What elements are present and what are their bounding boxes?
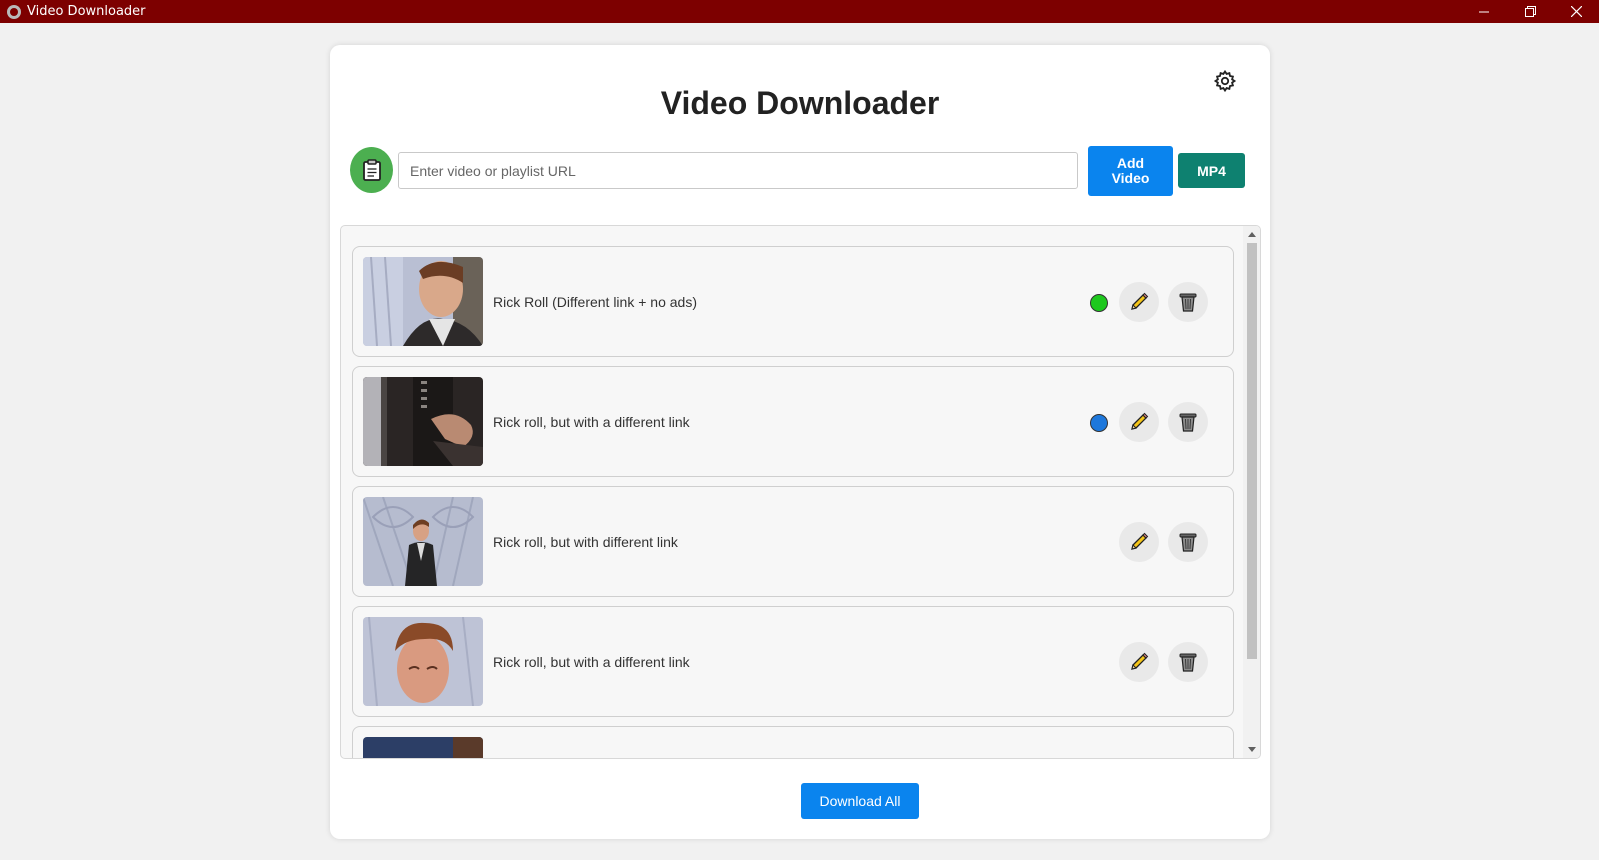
format-select-button[interactable]: MP4 bbox=[1178, 153, 1245, 188]
download-all-button[interactable]: Download All bbox=[801, 783, 919, 819]
arrow-down-icon bbox=[1247, 747, 1256, 752]
edit-button[interactable] bbox=[1119, 522, 1159, 562]
scroll-down-button[interactable] bbox=[1243, 741, 1260, 758]
app-icon bbox=[7, 4, 21, 19]
video-title: Rick Roll (Different link + no ads) bbox=[493, 293, 697, 310]
arrow-up-icon bbox=[1247, 232, 1256, 237]
pencil-icon bbox=[1131, 292, 1149, 310]
minimize-icon bbox=[1479, 11, 1489, 12]
edit-button[interactable] bbox=[1119, 402, 1159, 442]
clipboard-icon bbox=[362, 159, 381, 181]
trash-icon bbox=[1179, 533, 1197, 552]
video-item: Rick roll, but with different link bbox=[352, 486, 1234, 597]
video-thumbnail bbox=[363, 617, 483, 706]
scroll-up-button[interactable] bbox=[1243, 226, 1260, 243]
delete-button[interactable] bbox=[1168, 522, 1208, 562]
delete-button[interactable] bbox=[1168, 402, 1208, 442]
video-title: Rick roll, but with different link bbox=[493, 533, 678, 550]
video-list[interactable]: Rick Roll (Different link + no ads) Rick… bbox=[341, 226, 1243, 758]
url-input-row: Add Video MP4 bbox=[350, 146, 1250, 196]
video-item bbox=[352, 726, 1234, 758]
delete-button[interactable] bbox=[1168, 282, 1208, 322]
video-thumbnail bbox=[363, 497, 483, 586]
trash-icon bbox=[1179, 293, 1197, 312]
status-indicator-blue bbox=[1090, 414, 1108, 432]
pencil-icon bbox=[1131, 532, 1149, 550]
pencil-icon bbox=[1131, 652, 1149, 670]
video-item: Rick roll, but with a different link bbox=[352, 366, 1234, 477]
delete-button[interactable] bbox=[1168, 642, 1208, 682]
video-thumbnail bbox=[363, 737, 483, 758]
edit-button[interactable] bbox=[1119, 642, 1159, 682]
window-title: Video Downloader bbox=[27, 4, 146, 19]
video-item: Rick roll, but with a different link bbox=[352, 606, 1234, 717]
scrollbar-thumb[interactable] bbox=[1247, 243, 1257, 659]
restore-button[interactable] bbox=[1507, 0, 1553, 23]
trash-icon bbox=[1179, 413, 1197, 432]
url-input[interactable] bbox=[398, 152, 1078, 189]
video-item: Rick Roll (Different link + no ads) bbox=[352, 246, 1234, 357]
close-icon bbox=[1570, 6, 1582, 17]
status-indicator-green bbox=[1090, 294, 1108, 312]
pencil-icon bbox=[1131, 412, 1149, 430]
close-button[interactable] bbox=[1553, 0, 1599, 23]
video-title: Rick roll, but with a different link bbox=[493, 413, 690, 430]
edit-button[interactable] bbox=[1119, 282, 1159, 322]
video-title: Rick roll, but with a different link bbox=[493, 653, 690, 670]
title-bar: Video Downloader bbox=[0, 0, 1599, 23]
paste-button[interactable] bbox=[350, 147, 393, 193]
add-video-button[interactable]: Add Video bbox=[1088, 146, 1173, 196]
main-card: Video Downloader Add Video MP4 bbox=[330, 45, 1270, 839]
list-scrollbar[interactable] bbox=[1243, 226, 1260, 758]
page-title: Video Downloader bbox=[660, 85, 940, 121]
video-list-container: Rick Roll (Different link + no ads) Rick… bbox=[340, 225, 1261, 759]
video-thumbnail bbox=[363, 377, 483, 466]
video-thumbnail bbox=[363, 257, 483, 346]
restore-icon bbox=[1524, 6, 1536, 17]
trash-icon bbox=[1179, 653, 1197, 672]
minimize-button[interactable] bbox=[1461, 0, 1507, 23]
window-controls bbox=[1461, 0, 1599, 23]
